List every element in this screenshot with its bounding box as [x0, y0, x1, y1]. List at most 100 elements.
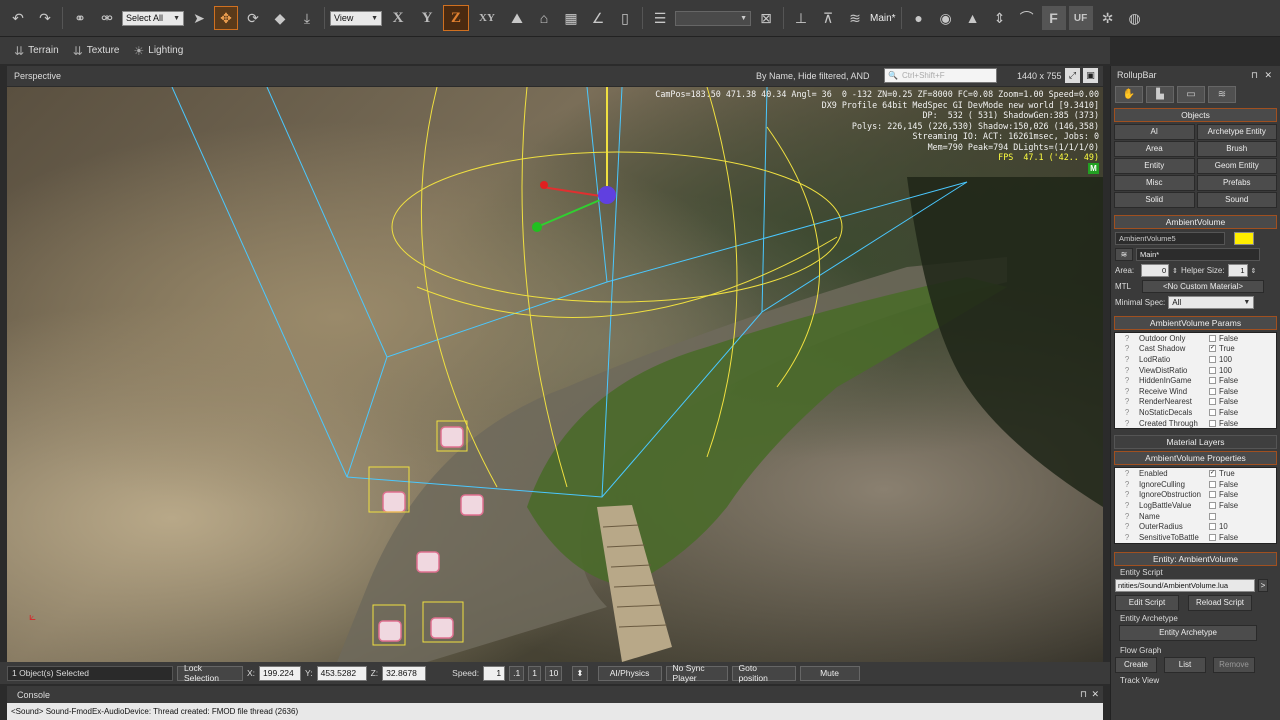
speed-01-button[interactable]: .1 — [509, 665, 525, 681]
property-value[interactable]: 100 — [1219, 355, 1232, 364]
terrain-follow-icon[interactable]: ⛰ — [505, 6, 529, 30]
property-checkbox[interactable] — [1209, 408, 1216, 416]
window-icon[interactable]: ▣ — [1083, 68, 1098, 83]
property-checkbox[interactable]: ✓ — [1209, 470, 1216, 478]
property-checkbox[interactable] — [1209, 355, 1216, 363]
property-row[interactable]: ? ViewDistRatio 100 — [1115, 365, 1276, 376]
remove-selection-icon[interactable]: ⊠ — [754, 6, 778, 30]
prefabs-button[interactable]: Prefabs — [1196, 175, 1277, 191]
create-flowgraph-button[interactable]: Create — [1115, 656, 1157, 673]
property-value[interactable]: False — [1219, 501, 1238, 510]
ai-button[interactable]: AI — [1114, 124, 1195, 140]
current-layer-label[interactable]: Main* — [870, 13, 896, 24]
unlink-icon[interactable]: ⚮ — [95, 6, 119, 30]
texture-button[interactable]: ⇊ Texture — [73, 44, 120, 58]
property-value[interactable]: False — [1219, 387, 1238, 396]
property-row[interactable]: ? Enabled ✓ True — [1115, 468, 1276, 479]
property-row[interactable]: ? Name — [1115, 511, 1276, 522]
undo-icon[interactable]: ↶ — [6, 6, 30, 30]
rotate-icon[interactable]: ⟳ — [241, 6, 265, 30]
axis-z-button[interactable]: Z — [443, 5, 469, 31]
property-checkbox[interactable] — [1209, 334, 1216, 342]
tab-layers[interactable]: ≋ — [1208, 85, 1236, 103]
grid-icon[interactable]: ▦ — [559, 6, 583, 30]
layers-icon[interactable]: ≋ — [843, 6, 867, 30]
property-value[interactable]: False — [1219, 490, 1238, 499]
property-row[interactable]: ? RenderNearest False — [1115, 397, 1276, 408]
no-sync-player-button[interactable]: No Sync Player — [665, 663, 728, 683]
x-coordinate-input[interactable]: 199.224 — [259, 665, 302, 681]
minimal-spec-dropdown[interactable]: All ▼ — [1168, 296, 1255, 309]
close-icon[interactable]: ✕ — [1091, 689, 1099, 700]
axis-xy-button[interactable]: XY — [472, 12, 502, 24]
property-row[interactable]: ? Created Through False — [1115, 418, 1276, 429]
vertical-align-icon[interactable]: ⇕ — [988, 6, 1012, 30]
remove-flowgraph-button[interactable]: Remove — [1213, 656, 1255, 673]
align-to-object-icon[interactable]: ⊼ — [816, 6, 840, 30]
maximize-icon[interactable]: ⤢ — [1065, 68, 1080, 83]
scale-icon[interactable]: ◆ — [268, 6, 292, 30]
property-value[interactable]: 10 — [1219, 522, 1228, 531]
property-value[interactable]: False — [1219, 397, 1238, 406]
property-checkbox[interactable] — [1209, 512, 1216, 520]
property-value[interactable]: False — [1219, 376, 1238, 385]
list-flowgraph-button[interactable]: List — [1164, 656, 1206, 673]
archetype-entity-button[interactable]: Archetype Entity — [1196, 124, 1277, 140]
property-value[interactable]: False — [1219, 334, 1238, 343]
geom-entity-button[interactable]: Geom Entity — [1196, 158, 1277, 174]
property-checkbox[interactable] — [1209, 533, 1216, 541]
selection-set-dropdown[interactable]: ▼ — [675, 10, 751, 26]
property-row[interactable]: ? NoStaticDecals False — [1115, 407, 1276, 418]
pin-icon[interactable]: ⊓ — [1080, 689, 1087, 700]
property-checkbox[interactable] — [1209, 491, 1216, 499]
ai-icon[interactable]: ◉ — [934, 6, 958, 30]
link-icon[interactable]: ⚭ — [68, 6, 92, 30]
viewport-search-input[interactable]: 🔍 Ctrl+Shift+F — [884, 68, 997, 83]
ambient-properties-title[interactable]: AmbientVolume Properties — [1114, 451, 1277, 466]
cursor-icon[interactable]: ➤ — [187, 6, 211, 30]
terrain-icon[interactable]: ▲ — [961, 6, 985, 30]
object-color-swatch[interactable] — [1234, 232, 1254, 245]
view-dropdown[interactable]: View ▼ — [330, 10, 382, 26]
move-icon[interactable]: ✥ — [214, 6, 238, 30]
property-row[interactable]: ? LodRatio 100 — [1115, 354, 1276, 365]
property-value[interactable]: False — [1219, 419, 1238, 428]
property-value[interactable]: False — [1219, 408, 1238, 417]
property-row[interactable]: ? Outdoor Only False — [1115, 333, 1276, 344]
close-icon[interactable]: ✕ — [1264, 70, 1272, 81]
property-row[interactable]: ? HiddenInGame False — [1115, 375, 1276, 386]
solid-button[interactable]: Solid — [1114, 192, 1195, 208]
viewport-filter-label[interactable]: By Name, Hide filtered, AND — [756, 71, 870, 81]
physics-icon[interactable]: ● — [907, 6, 931, 30]
align-icon[interactable]: ⊥ — [789, 6, 813, 30]
property-value[interactable]: False — [1219, 480, 1238, 489]
property-value[interactable]: True — [1219, 344, 1235, 353]
speed-10-button[interactable]: 10 — [544, 665, 563, 681]
chevron-right-icon[interactable]: > — [1258, 578, 1268, 592]
edit-script-button[interactable]: Edit Script — [1115, 594, 1179, 611]
entity-script-field[interactable]: ntities/Sound/AmbientVolume.lua — [1115, 578, 1255, 592]
viewport-title[interactable]: Perspective — [14, 71, 61, 81]
ambient-params-title[interactable]: AmbientVolume Params — [1114, 316, 1277, 330]
helper-size-input[interactable]: 1 — [1227, 264, 1248, 277]
lock-selection-button[interactable]: Lock Selection — [177, 663, 243, 683]
object-layer-field[interactable]: Main* — [1136, 248, 1260, 261]
angle-icon[interactable]: ∠ — [586, 6, 610, 30]
mute-button[interactable]: Mute — [799, 665, 860, 681]
sphere-icon[interactable]: ◍ — [1123, 6, 1147, 30]
entity-archetype-button[interactable]: Entity Archetype — [1119, 624, 1257, 641]
property-row[interactable]: ? LogBattleValue False — [1115, 500, 1276, 511]
property-row[interactable]: ? IgnoreCulling False — [1115, 479, 1276, 490]
area-button[interactable]: Area — [1114, 141, 1195, 157]
lock-icon[interactable]: ⌒ — [1015, 6, 1039, 30]
axis-x-button[interactable]: X — [385, 10, 411, 27]
tab-display[interactable]: ▭ — [1177, 85, 1205, 103]
perspective-viewport[interactable]: CamPos=183.50 471.38 40.34 Angl= 36 0 -1… — [7, 87, 1103, 662]
redo-icon[interactable]: ↷ — [33, 6, 57, 30]
custom-material-button[interactable]: <No Custom Material> — [1142, 280, 1264, 293]
axis-y-button[interactable]: Y — [414, 10, 440, 27]
entity-button[interactable]: Entity — [1114, 158, 1195, 174]
select-by-name-icon[interactable]: ☰ — [648, 6, 672, 30]
property-checkbox[interactable] — [1209, 419, 1216, 427]
property-checkbox[interactable] — [1209, 480, 1216, 488]
